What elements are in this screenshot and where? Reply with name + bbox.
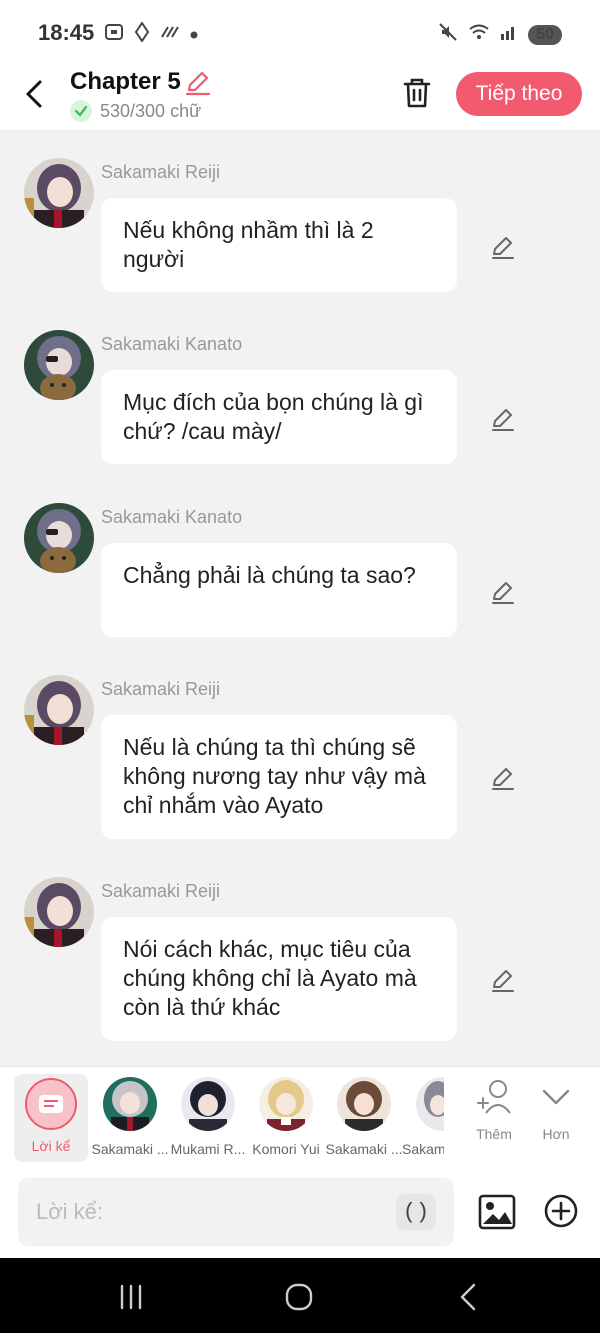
system-nav-bar xyxy=(0,1258,600,1333)
battery-indicator: 50 xyxy=(528,24,562,45)
pencil-icon xyxy=(492,970,514,992)
trash-icon xyxy=(403,78,431,108)
input-bar: () xyxy=(0,1170,600,1258)
character-item[interactable]: Mukami R... xyxy=(168,1077,248,1157)
signal-icon xyxy=(500,24,518,45)
avatar[interactable] xyxy=(24,675,94,745)
edit-message-button[interactable] xyxy=(490,765,516,791)
sender-name: Sakamaki Reiji xyxy=(101,881,221,901)
avatar[interactable] xyxy=(24,330,94,400)
back-icon xyxy=(460,1283,476,1311)
dot-icon xyxy=(190,26,198,44)
pencil-icon xyxy=(492,409,514,431)
delete-button[interactable] xyxy=(402,76,432,110)
narrator-button[interactable]: Lời kể xyxy=(14,1074,88,1162)
narrator-label: Lời kể xyxy=(31,1138,71,1154)
chevron-down-icon xyxy=(542,1089,570,1105)
character-name: Sakamaki ... xyxy=(325,1141,403,1157)
more-button[interactable]: Hơn xyxy=(528,1079,584,1142)
image-icon xyxy=(478,1194,516,1230)
message-bubble[interactable]: Mục đích của bọn chúng là gì chứ? /cau m… xyxy=(101,370,457,464)
message-bubble[interactable]: Chẳng phải là chúng ta sao? xyxy=(101,543,457,637)
avatar[interactable] xyxy=(24,877,94,947)
home-button[interactable] xyxy=(284,1282,314,1312)
home-icon xyxy=(285,1283,313,1311)
word-count: 530/300 chữ xyxy=(70,100,201,122)
add-label: Thêm xyxy=(476,1126,512,1142)
recent-apps-button[interactable] xyxy=(116,1282,146,1312)
character-bar: Lời kể Sakamaki ... Mukami R... Komori Y… xyxy=(0,1066,600,1170)
status-time: 18:45 xyxy=(38,20,95,45)
nav-back-button[interactable] xyxy=(454,1282,484,1312)
check-icon xyxy=(70,100,92,122)
message-bubble[interactable]: Nói cách khác, mục tiêu của chúng không … xyxy=(101,917,457,1041)
mute-icon xyxy=(438,22,458,47)
app-icon xyxy=(134,21,150,47)
character-avatar xyxy=(259,1077,313,1131)
character-avatar xyxy=(181,1077,235,1131)
character-avatar xyxy=(416,1077,444,1131)
character-item[interactable]: Sakam xyxy=(402,1077,444,1157)
character-name: Mukami R... xyxy=(170,1141,246,1157)
add-button[interactable] xyxy=(544,1194,578,1228)
hatch-icon xyxy=(160,25,180,44)
sender-name: Sakamaki Reiji xyxy=(101,679,221,699)
character-item[interactable]: Sakamaki ... xyxy=(324,1077,404,1157)
chapter-title[interactable]: Chapter 5 xyxy=(70,68,181,96)
avatar[interactable] xyxy=(24,158,94,228)
sender-name: Sakamaki Reiji xyxy=(101,162,221,182)
pencil-icon xyxy=(492,237,514,259)
message-input[interactable] xyxy=(18,1178,454,1246)
avatar[interactable] xyxy=(24,503,94,573)
message-bubble[interactable]: Nếu không nhầm thì là 2 người xyxy=(101,198,457,292)
sender-name: Sakamaki Kanato xyxy=(101,507,243,527)
screenshot-icon xyxy=(104,22,124,47)
wifi-icon xyxy=(468,23,490,46)
character-name: Sakam xyxy=(402,1141,444,1157)
character-avatar xyxy=(103,1077,157,1131)
back-arrow-icon xyxy=(26,80,42,108)
character-item[interactable]: Komori Yui xyxy=(246,1077,326,1157)
word-count-text: 530/300 chữ xyxy=(100,100,202,121)
edit-title-button[interactable] xyxy=(184,68,212,96)
character-name: Sakamaki ... xyxy=(91,1141,169,1157)
add-person-icon xyxy=(477,1080,511,1114)
pencil-icon xyxy=(185,71,211,96)
back-button[interactable] xyxy=(20,78,48,110)
plus-circle-icon xyxy=(544,1194,578,1228)
more-label: Hơn xyxy=(542,1126,570,1142)
edit-message-button[interactable] xyxy=(490,234,516,260)
edit-message-button[interactable] xyxy=(490,406,516,432)
character-name: Komori Yui xyxy=(252,1141,320,1157)
parenthesis-button[interactable]: () xyxy=(396,1194,436,1230)
recent-apps-icon xyxy=(120,1284,142,1310)
character-avatar xyxy=(337,1077,391,1131)
message-bubble[interactable]: Nếu là chúng ta thì chúng sẽ không nương… xyxy=(101,715,457,839)
character-item[interactable]: Sakamaki ... xyxy=(90,1077,170,1157)
sender-name: Sakamaki Kanato xyxy=(101,334,243,354)
image-button[interactable] xyxy=(478,1194,516,1230)
add-character-button[interactable]: Thêm xyxy=(466,1079,522,1142)
pencil-icon xyxy=(492,582,514,604)
narrator-icon xyxy=(25,1078,77,1130)
pencil-icon xyxy=(492,768,514,790)
header: Chapter 5 530/300 chữ Tiếp theo xyxy=(0,66,600,130)
edit-message-button[interactable] xyxy=(490,967,516,993)
next-button[interactable]: Tiếp theo xyxy=(456,72,582,116)
edit-message-button[interactable] xyxy=(490,579,516,605)
status-bar: 18:45 50 xyxy=(0,0,600,66)
